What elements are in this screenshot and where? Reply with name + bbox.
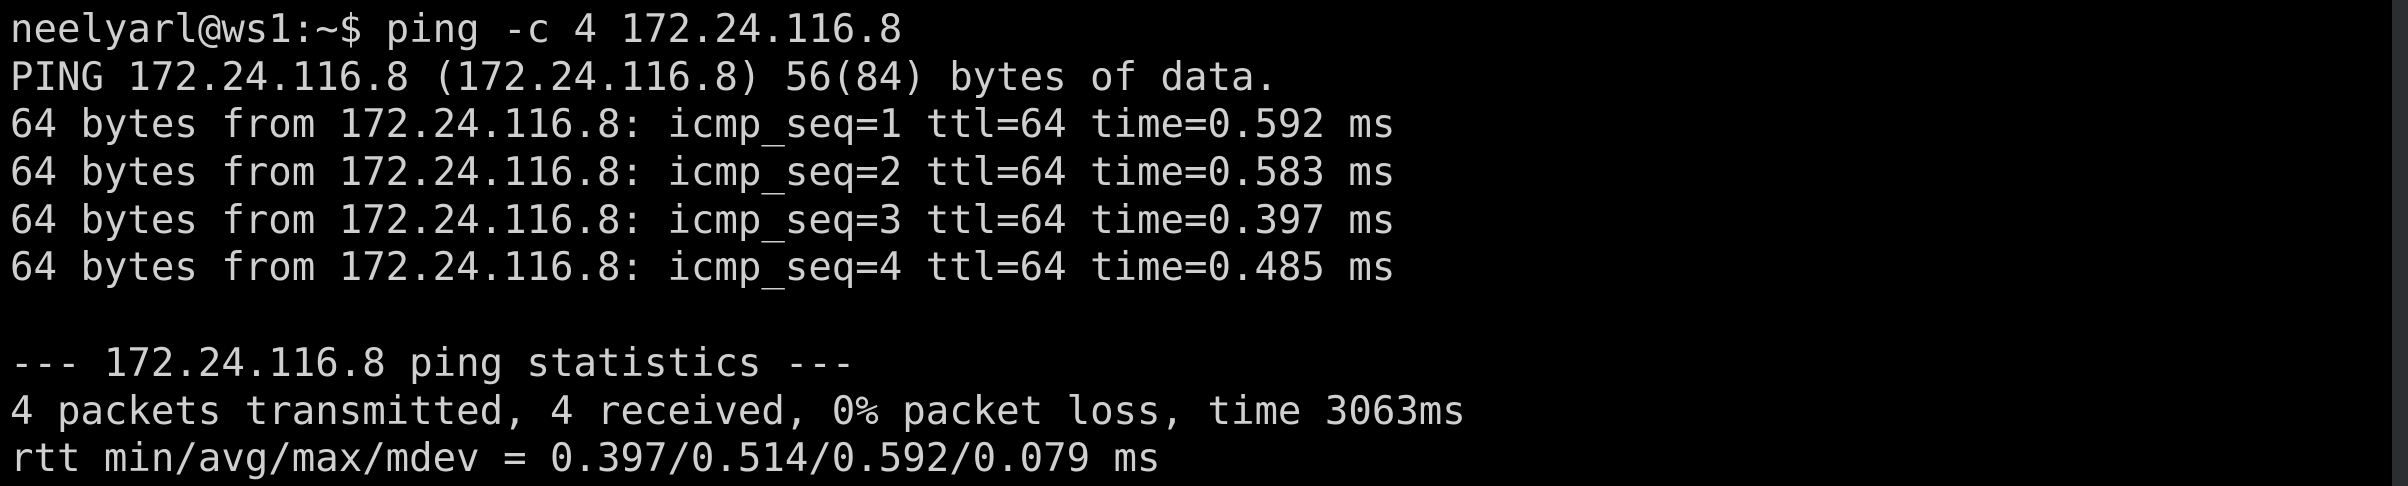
ping-header-line: PING 172.24.116.8 (172.24.116.8) 56(84) … [10,54,1278,100]
terminal-scrollbar[interactable] [2392,0,2408,486]
statistics-packets-line: 4 packets transmitted, 4 received, 0% pa… [10,388,1466,434]
ping-reply-line: 64 bytes from 172.24.116.8: icmp_seq=2 t… [10,150,1396,196]
ping-reply-line: 64 bytes from 172.24.116.8: icmp_seq=3 t… [10,197,1396,243]
ping-reply-line: 64 bytes from 172.24.116.8: icmp_seq=4 t… [10,245,1396,291]
terminal-window[interactable]: neelyarl@ws1:~$ ping -c 4 172.24.116.8 P… [0,0,2392,486]
statistics-header-line: --- 172.24.116.8 ping statistics --- [10,340,856,386]
ping-reply-line: 64 bytes from 172.24.116.8: icmp_seq=1 t… [10,102,1396,148]
statistics-rtt-line: rtt min/avg/max/mdev = 0.397/0.514/0.592… [10,436,1161,482]
command-prompt-line: neelyarl@ws1:~$ ping -c 4 172.24.116.8 [10,7,903,52]
